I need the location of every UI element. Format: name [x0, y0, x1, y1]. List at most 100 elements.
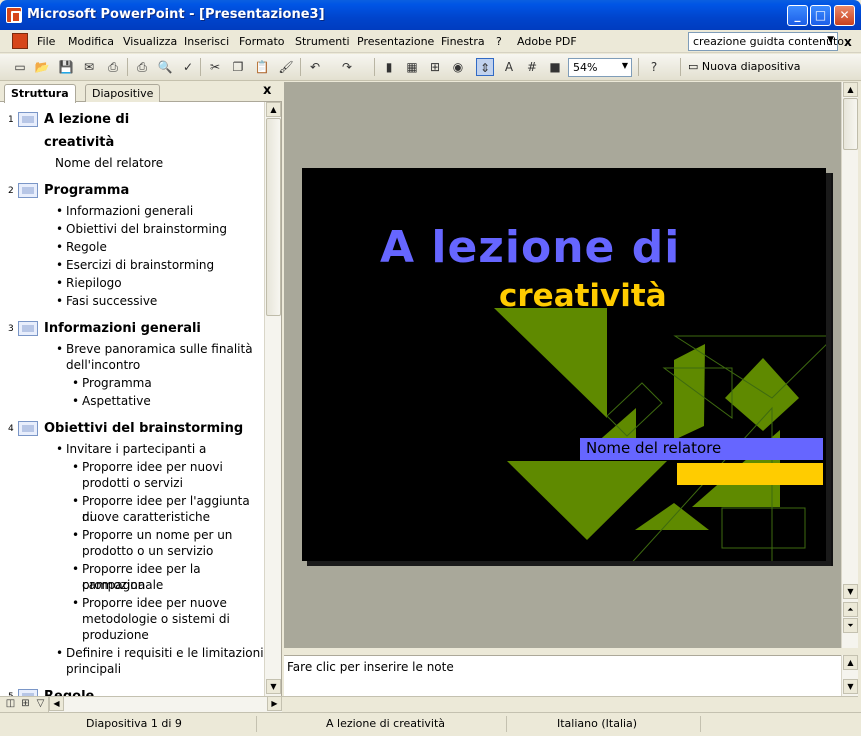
- paste-icon[interactable]: 📋: [253, 58, 271, 76]
- scroll-thumb[interactable]: [843, 98, 858, 150]
- minimize-button[interactable]: _: [787, 5, 808, 26]
- print-icon[interactable]: ⎙: [133, 58, 151, 76]
- menu-visualizza[interactable]: Visualizza: [123, 35, 177, 48]
- outline-text-line[interactable]: Breve panoramica sulle finalità: [56, 341, 253, 357]
- outline-text-line[interactable]: Riepilogo: [56, 275, 122, 291]
- slide-thumbnail-icon[interactable]: [18, 321, 38, 336]
- outline-text-line[interactable]: nuove caratteristiche: [82, 509, 210, 525]
- email-icon[interactable]: ⎙: [104, 58, 122, 76]
- outline-text-line[interactable]: Regole: [56, 239, 107, 255]
- slide-title-line1[interactable]: A lezione di: [380, 222, 680, 273]
- outline-text-line[interactable]: prodotto o un servizio: [82, 543, 213, 559]
- new-document-icon[interactable]: ▭: [11, 58, 29, 76]
- insert-table-icon[interactable]: ▦: [403, 58, 421, 76]
- outline-text-line[interactable]: Informazioni generali: [56, 203, 193, 219]
- redo-icon[interactable]: ↷: [338, 58, 356, 76]
- outline-hscrollbar[interactable]: ◀ ▶: [48, 696, 282, 712]
- print-preview-icon[interactable]: 🔍: [156, 58, 174, 76]
- outline-slide-title[interactable]: creatività: [44, 131, 114, 154]
- menu-strumenti[interactable]: Strumenti: [295, 35, 350, 48]
- menu-file[interactable]: File: [37, 35, 55, 48]
- menu-help[interactable]: ?: [496, 35, 502, 48]
- notes-placeholder[interactable]: Fare clic per inserire le note: [287, 660, 454, 674]
- outline-text-line[interactable]: Obiettivi del brainstorming: [56, 221, 227, 237]
- scroll-thumb[interactable]: [266, 118, 281, 316]
- new-slide-button[interactable]: ▭ Nuova diapositiva: [688, 60, 800, 73]
- permission-icon[interactable]: ✉: [80, 58, 98, 76]
- scroll-right-button[interactable]: ▶: [267, 696, 282, 711]
- slide-thumbnail-icon[interactable]: [18, 112, 38, 127]
- menu-modifica[interactable]: Modifica: [68, 35, 114, 48]
- scroll-down-button[interactable]: ▼: [843, 584, 858, 599]
- document-close-button[interactable]: x: [844, 35, 852, 49]
- tab-struttura[interactable]: Struttura: [4, 84, 76, 103]
- outline-content[interactable]: 1 A lezione di creatività Nome del relatore…: [0, 102, 264, 696]
- close-button[interactable]: ✕: [834, 5, 855, 26]
- menu-finestra[interactable]: Finestra: [441, 35, 485, 48]
- color-grayscale-icon[interactable]: ■: [546, 58, 564, 76]
- outline-slide-title[interactable]: A lezione di: [44, 108, 129, 131]
- slide-title-line2[interactable]: creatività: [499, 278, 667, 314]
- outline-text-line[interactable]: dell'incontro: [66, 357, 140, 373]
- scroll-down-button[interactable]: ▼: [266, 679, 281, 694]
- document-icon[interactable]: [12, 33, 28, 49]
- outline-text-line[interactable]: Invitare i partecipanti a: [56, 441, 206, 457]
- outline-scrollbar[interactable]: ▲ ▼: [264, 102, 281, 696]
- chevron-down-icon[interactable]: ▼: [827, 35, 834, 45]
- outline-slide-1[interactable]: 1 A lezione di creatività Nome del relatore: [0, 108, 264, 173]
- grid-icon[interactable]: #: [523, 58, 541, 76]
- outline-slide-3[interactable]: 3 Informazioni generaliBreve panoramica s…: [0, 317, 264, 411]
- show-formatting-icon[interactable]: A: [500, 58, 518, 76]
- scroll-left-button[interactable]: ◀: [49, 696, 64, 711]
- maximize-button[interactable]: □: [810, 5, 831, 26]
- outline-text-line[interactable]: prodotti o servizi: [82, 475, 183, 491]
- notes-scrollbar[interactable]: ▲ ▼: [841, 655, 858, 696]
- scroll-up-button[interactable]: ▲: [266, 102, 281, 117]
- undo-icon[interactable]: ↶: [306, 58, 324, 76]
- previous-slide-button[interactable]: ⏶: [843, 602, 858, 617]
- outline-text-line[interactable]: Nome del relatore: [55, 155, 163, 171]
- scroll-up-button[interactable]: ▲: [843, 82, 858, 97]
- outline-text-line[interactable]: Programma: [72, 375, 152, 391]
- outline-slide-4[interactable]: 4 Obiettivi del brainstormingInvitare i p…: [0, 417, 264, 679]
- outline-text-line[interactable]: Proporre un nome per un: [72, 527, 232, 543]
- outline-slide-title[interactable]: Programma: [44, 179, 129, 202]
- menu-inserisci[interactable]: Inserisci: [184, 35, 229, 48]
- chevron-down-icon[interactable]: ▼: [622, 61, 628, 70]
- tab-diapositive[interactable]: Diapositive: [85, 84, 161, 102]
- close-pane-button[interactable]: x: [263, 83, 271, 98]
- insert-chart-icon[interactable]: ▮: [380, 58, 398, 76]
- outline-slide-2[interactable]: 2 ProgrammaInformazioni generali Obiettivi…: [0, 179, 264, 311]
- outline-text-line[interactable]: Proporre idee per nuovi: [72, 459, 223, 475]
- powerpoint-app-icon[interactable]: [6, 7, 22, 23]
- outline-text-line[interactable]: metodologie o sistemi di: [82, 611, 230, 627]
- insert-diagram-icon[interactable]: ◉: [449, 58, 467, 76]
- help-search-box[interactable]: creazione guidta contenuto ▼: [688, 32, 844, 51]
- next-slide-button[interactable]: ⏷: [843, 618, 858, 633]
- cut-icon[interactable]: ✂: [206, 58, 224, 76]
- outline-text-line[interactable]: promozionale: [82, 577, 163, 593]
- slideshow-view-icon[interactable]: ▽: [34, 698, 47, 710]
- slide-thumbnail-icon[interactable]: [18, 689, 38, 696]
- slide-thumbnail-icon[interactable]: [18, 183, 38, 198]
- outline-text-line[interactable]: Aspettative: [72, 393, 151, 409]
- outline-slide-title[interactable]: Regole: [44, 685, 94, 696]
- outline-text-line[interactable]: Definire i requisiti e le limitazioni: [56, 645, 264, 661]
- slide-scrollbar[interactable]: ▲ ▼ ⏶ ⏷: [841, 82, 858, 648]
- expand-all-icon[interactable]: ⇕: [476, 58, 494, 76]
- outline-text-line[interactable]: Esercizi di brainstorming: [56, 257, 214, 273]
- outline-slide-title[interactable]: Obiettivi del brainstorming: [44, 417, 243, 440]
- outline-text-line[interactable]: principali: [66, 661, 121, 677]
- scroll-up-button[interactable]: ▲: [843, 655, 858, 670]
- slide-subtitle[interactable]: Nome del relatore: [580, 438, 823, 460]
- menu-presentazione[interactable]: Presentazione: [357, 35, 434, 48]
- menu-adobe-pdf[interactable]: Adobe PDF: [517, 35, 577, 48]
- outline-text-line[interactable]: Fasi successive: [56, 293, 157, 309]
- copy-icon[interactable]: ❐: [229, 58, 247, 76]
- save-icon[interactable]: 💾: [57, 58, 75, 76]
- spelling-icon[interactable]: ✓: [179, 58, 197, 76]
- help-icon[interactable]: ?: [645, 58, 663, 76]
- slide-canvas[interactable]: A lezione di creatività Nome del relator…: [302, 168, 826, 561]
- slide-thumbnail-icon[interactable]: [18, 421, 38, 436]
- slide-sorter-view-icon[interactable]: ⊞: [19, 698, 32, 710]
